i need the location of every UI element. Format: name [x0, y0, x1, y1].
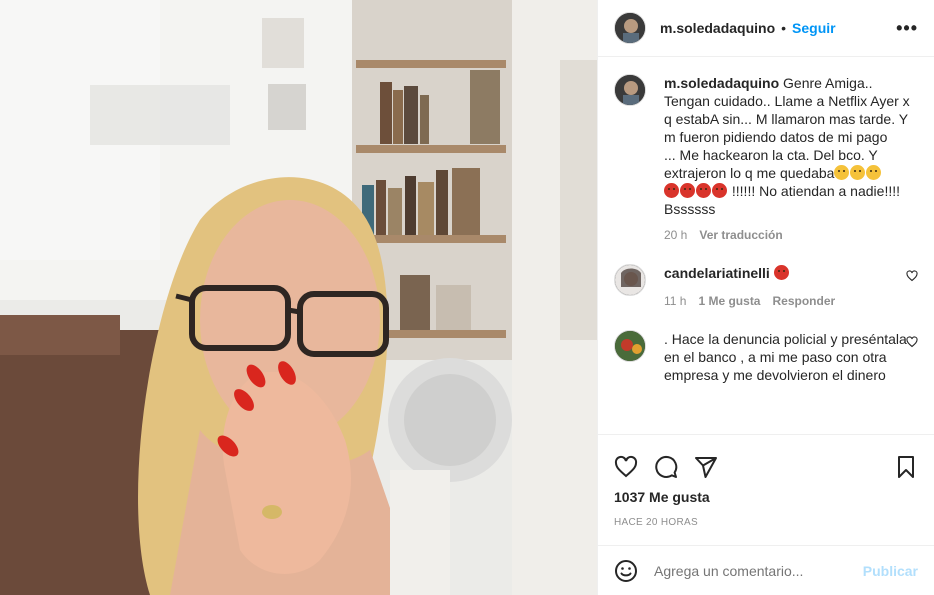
comment-likes[interactable]: 1 Me gusta [698, 292, 760, 310]
commenter-avatar[interactable] [614, 264, 646, 296]
see-translation-link[interactable]: Ver traducción [699, 226, 782, 244]
comment-text: . Hace la denuncia policial y preséntala… [664, 331, 907, 383]
angry-face-emoji [664, 183, 679, 198]
caption-time[interactable]: 20 h [664, 226, 687, 244]
caption-body: m.soledadaquino Genre Amiga.. Tengan cui… [664, 74, 918, 244]
publish-button[interactable]: Publicar [863, 563, 918, 579]
comment-meta: 11 h 1 Me gusta Responder [664, 292, 918, 310]
caption: m.soledadaquino Genre Amiga.. Tengan cui… [598, 58, 934, 244]
separator-dot: • [781, 20, 787, 36]
sad-face-emoji [866, 165, 882, 180]
save-bookmark-icon[interactable] [894, 455, 918, 479]
comment-input[interactable] [654, 562, 863, 579]
angry-face-emoji [680, 183, 695, 198]
add-comment-bar: Publicar [598, 545, 934, 595]
likes-count[interactable]: 1037 Me gusta [598, 489, 934, 505]
more-options-icon[interactable]: ••• [896, 18, 918, 39]
commenter-avatar[interactable] [614, 330, 646, 362]
like-comment-heart-icon[interactable] [906, 270, 918, 282]
sad-face-emoji [834, 165, 850, 180]
caption-username[interactable]: m.soledadaquino [664, 75, 779, 91]
post-photo[interactable] [0, 0, 597, 595]
post-image [0, 0, 597, 595]
comment-body: candelariatinelli 11 h 1 Me gusta Respon… [664, 264, 918, 310]
angry-face-emoji [712, 183, 727, 198]
angry-face-emoji [696, 183, 711, 198]
caption-avatar[interactable] [614, 74, 646, 106]
comment-username[interactable]: candelariatinelli [664, 265, 770, 281]
post-timestamp[interactable]: HACE 20 HORAS [598, 517, 934, 528]
sad-face-emoji [850, 165, 866, 180]
action-icons [598, 435, 934, 487]
comment-item: . Hace la denuncia policial y preséntala… [598, 310, 934, 384]
caption-meta: 20 h Ver traducción [664, 226, 918, 244]
like-heart-icon[interactable] [614, 455, 638, 479]
like-comment-heart-icon[interactable] [906, 336, 918, 348]
emoji-picker-icon[interactable] [614, 559, 638, 583]
share-icon[interactable] [694, 455, 718, 479]
comment-body: . Hace la denuncia policial y preséntala… [664, 330, 918, 384]
post-header: m.soledadaquino • Seguir ••• [598, 0, 934, 57]
comment-item: candelariatinelli 11 h 1 Me gusta Respon… [598, 244, 934, 310]
post-actions: 1037 Me gusta HACE 20 HORAS [598, 434, 934, 544]
comment-icon[interactable] [654, 455, 678, 479]
post-panel: m.soledadaquino • Seguir ••• m.soledadaq… [597, 0, 934, 595]
comment-time[interactable]: 11 h [664, 292, 686, 310]
reply-button[interactable]: Responder [772, 292, 835, 310]
follow-button[interactable]: Seguir [792, 20, 836, 36]
angry-face-emoji [773, 265, 789, 280]
author-username[interactable]: m.soledadaquino [660, 20, 775, 36]
comments-list[interactable]: m.soledadaquino Genre Amiga.. Tengan cui… [598, 58, 934, 433]
author-avatar[interactable] [614, 12, 646, 44]
